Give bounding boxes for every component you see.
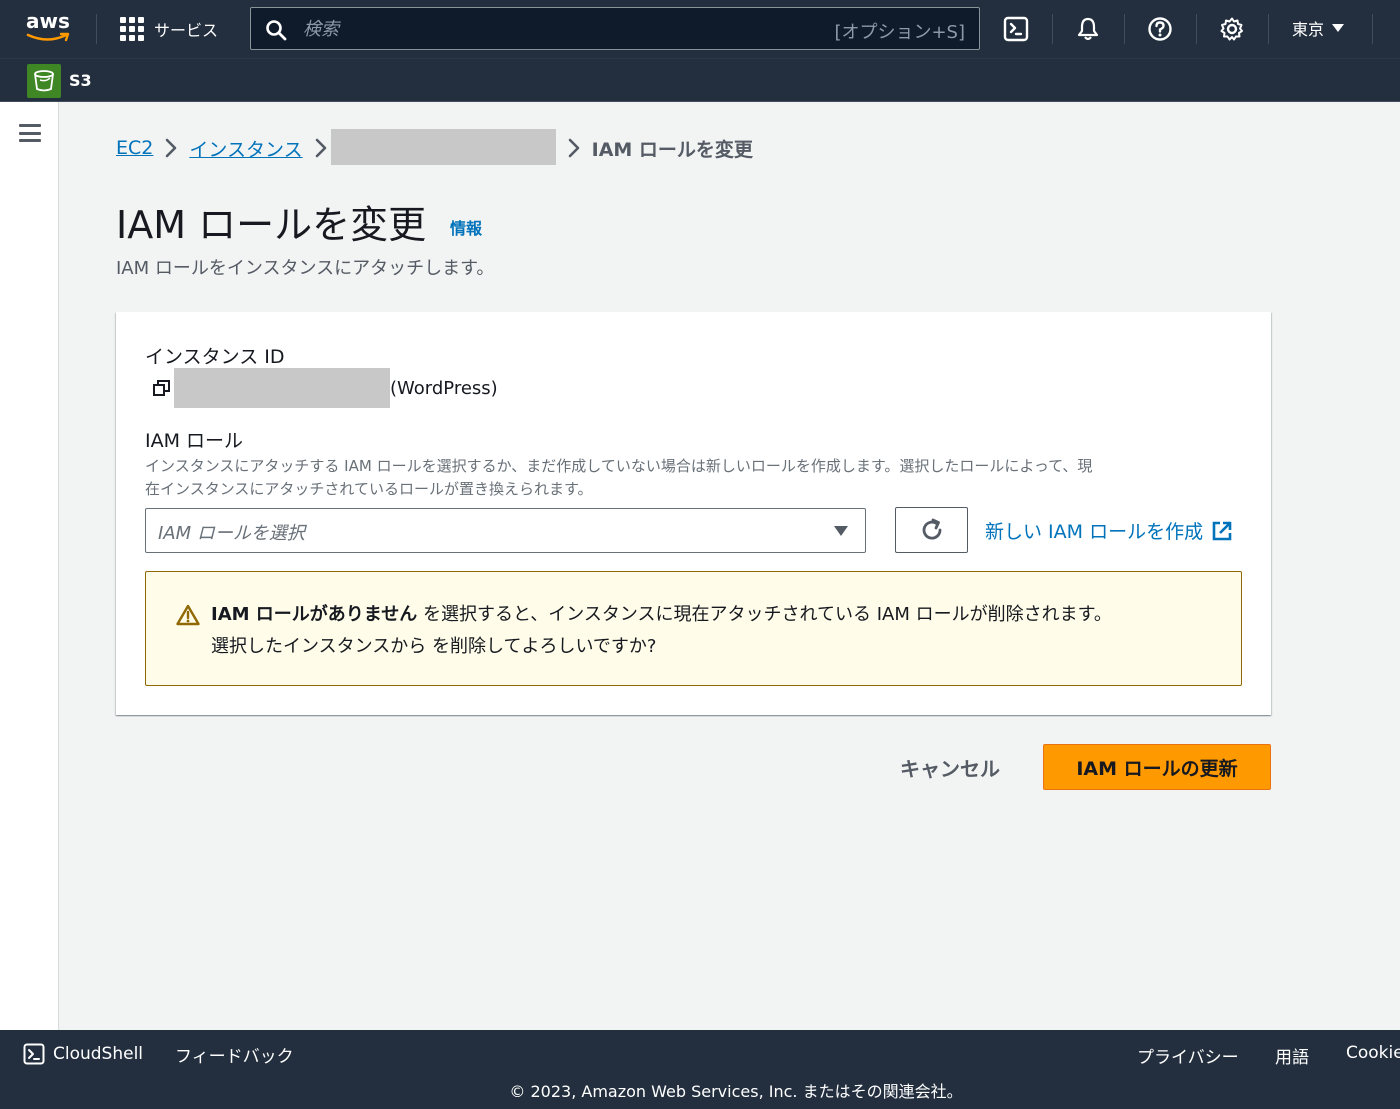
s3-bucket-icon[interactable] — [27, 64, 61, 98]
nav-separator — [1268, 14, 1269, 44]
update-iam-role-button[interactable]: IAM ロールの更新 — [1043, 744, 1271, 790]
region-label: 東京 — [1292, 20, 1325, 39]
refresh-icon — [922, 518, 941, 540]
footer-feedback-link[interactable]: フィードバック — [175, 1042, 294, 1067]
nav-separator — [1124, 14, 1125, 44]
page-description: IAM ロールをインスタンスにアタッチします。 — [116, 258, 495, 279]
warning-message-line-1: IAM ロールがありません を選択すると、インスタンスに現在アタッチされている … — [211, 600, 1112, 626]
grid-icon — [120, 17, 144, 41]
footer-copyright: © 2023, Amazon Web Services, Inc. またはその関… — [0, 1078, 1400, 1102]
top-navigation: aws サービス [オプション+S] — [0, 0, 1400, 58]
nav-separator — [1372, 14, 1373, 44]
bell-icon[interactable] — [1073, 14, 1103, 44]
footer-privacy-link[interactable]: プライバシー — [1137, 1043, 1239, 1068]
warning-strong-text: IAM ロールがありません — [211, 604, 418, 625]
side-navigation-rail — [0, 102, 59, 1030]
warning-icon — [176, 604, 200, 626]
footer-cloudshell-link[interactable]: CloudShell — [23, 1043, 143, 1065]
create-iam-role-label: 新しい IAM ロールを作成 — [985, 521, 1204, 543]
service-favorites-bar: S3 — [0, 58, 1400, 102]
iam-role-help-line-2: 在インスタンスにアタッチされているロールが置き換えられます。 — [145, 480, 593, 498]
menu-icon[interactable] — [19, 124, 41, 142]
info-link[interactable]: 情報 — [450, 215, 482, 239]
nav-separator — [1052, 14, 1053, 44]
breadcrumb-ec2-link[interactable]: EC2 — [116, 137, 153, 159]
aws-logo-text: aws — [26, 9, 70, 33]
search-icon — [266, 20, 287, 41]
cloudshell-icon — [23, 1043, 45, 1065]
footer-terms-link[interactable]: 用語 — [1275, 1043, 1309, 1068]
breadcrumb-instances-link[interactable]: インスタンス — [189, 135, 302, 162]
iam-role-select[interactable]: IAM ロールを選択 — [145, 508, 866, 553]
caret-down-icon — [834, 526, 848, 536]
iam-role-help-line-1: インスタンスにアタッチする IAM ロールを選択するか、まだ作成していない場合は… — [145, 457, 1093, 475]
caret-down-icon — [1332, 24, 1345, 32]
search-shortcut-hint: [オプション+S] — [834, 22, 965, 43]
footer: CloudShell フィードバック プライバシー 用語 Cookie © 20… — [0, 1030, 1400, 1109]
search-box: [オプション+S] — [250, 7, 980, 50]
instance-id-label: インスタンス ID — [145, 346, 285, 368]
aws-logo[interactable]: aws — [26, 10, 74, 46]
warning-rest-text: を選択すると、インスタンスに現在アタッチされている IAM ロールが削除されます… — [417, 604, 1112, 625]
chevron-right-icon — [568, 138, 580, 158]
breadcrumb-current: IAM ロールを変更 — [591, 138, 753, 161]
services-label: サービス — [154, 21, 219, 40]
nav-separator — [96, 14, 97, 44]
refresh-button[interactable] — [895, 507, 968, 553]
redacted-instance-breadcrumb[interactable] — [330, 129, 556, 165]
gear-icon[interactable] — [1217, 14, 1247, 44]
redacted-instance-id — [174, 368, 390, 408]
cancel-button[interactable]: キャンセル — [880, 744, 1020, 790]
iam-role-label: IAM ロール — [145, 430, 244, 452]
warning-alert: IAM ロールがありません を選択すると、インスタンスに現在アタッチされている … — [145, 571, 1242, 686]
cloudshell-icon[interactable] — [1001, 14, 1031, 44]
breadcrumb: EC2 インスタンス IAM ロールを変更 — [116, 129, 753, 165]
external-link-icon — [1212, 521, 1232, 540]
nav-separator — [1196, 14, 1197, 44]
modify-role-panel: インスタンス ID (WordPress) IAM ロール インスタンスにアタッ… — [116, 312, 1271, 715]
warning-message-line-2: 選択したインスタンスから を削除してよろしいですか? — [211, 636, 657, 657]
create-iam-role-link[interactable]: 新しい IAM ロールを作成 — [985, 517, 1233, 544]
footer-cookie-link[interactable]: Cookie — [1346, 1043, 1400, 1063]
instance-name: (WordPress) — [390, 377, 498, 399]
services-menu[interactable]: サービス — [120, 14, 218, 44]
chevron-right-icon — [315, 138, 327, 158]
copy-icon[interactable] — [152, 378, 172, 398]
iam-role-help-text: インスタンスにアタッチする IAM ロールを選択するか、まだ作成していない場合は… — [145, 455, 1245, 501]
region-selector[interactable]: 東京 — [1292, 16, 1345, 40]
chevron-right-icon — [165, 138, 177, 158]
smile-arrow-icon — [26, 32, 70, 42]
footer-copyright-text: © 2023, Amazon Web Services, Inc. またはその関… — [509, 1082, 963, 1101]
s3-service-link[interactable]: S3 — [69, 71, 92, 90]
instance-id-value: (WordPress) — [152, 368, 498, 408]
page-title: IAM ロールを変更 — [116, 203, 427, 247]
help-icon[interactable] — [1145, 14, 1175, 44]
iam-role-select-placeholder: IAM ロールを選択 — [158, 523, 305, 544]
footer-cloudshell-label: CloudShell — [53, 1044, 144, 1064]
search-input[interactable] — [303, 14, 823, 44]
